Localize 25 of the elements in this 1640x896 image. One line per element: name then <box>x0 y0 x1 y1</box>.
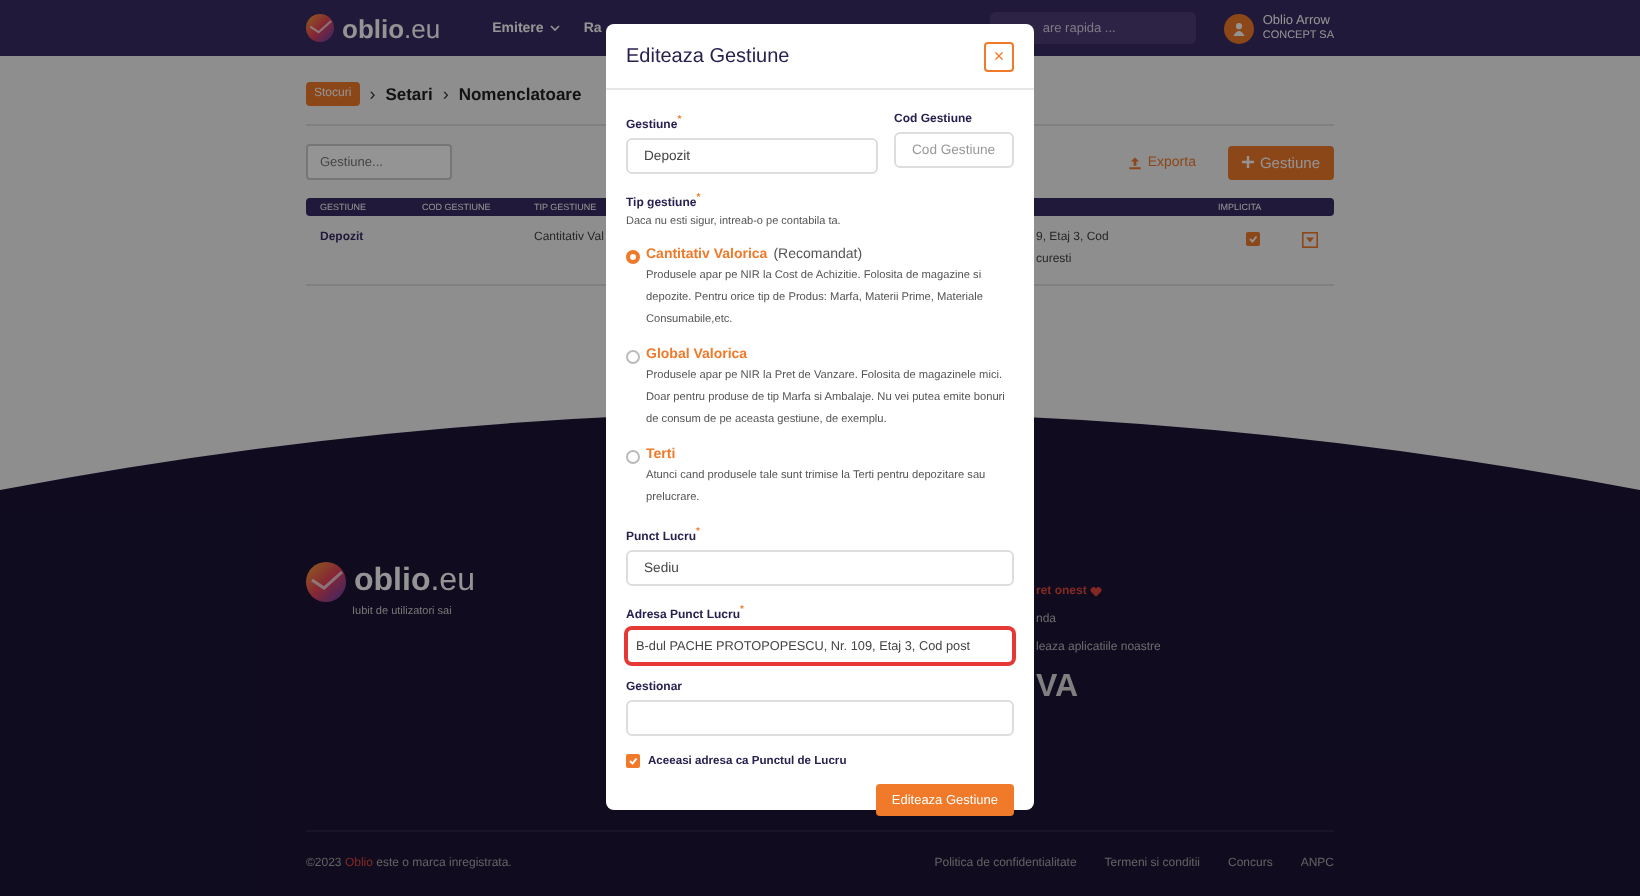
caret-icon <box>549 24 560 32</box>
breadcrumb-item: Setari <box>385 84 433 104</box>
check-icon <box>628 756 638 766</box>
upload-icon <box>1127 155 1142 169</box>
logo-icon <box>306 14 334 42</box>
radio-button[interactable] <box>626 350 640 364</box>
breadcrumb-separator: › <box>442 84 449 104</box>
partner-logo: VA <box>1036 670 1081 706</box>
logo-icon <box>306 562 346 602</box>
check-icon <box>1247 234 1257 244</box>
breadcrumb-item: Nomenclatoare <box>458 84 582 104</box>
footer-logo-text: oblio.eu <box>354 564 475 600</box>
modal-title: Editeaza Gestiune <box>626 45 790 67</box>
checkbox[interactable] <box>626 754 640 768</box>
close-button[interactable]: × <box>984 41 1014 71</box>
radio-button[interactable] <box>626 450 640 464</box>
breadcrumb-separator: › <box>369 84 376 104</box>
checkbox[interactable] <box>1245 232 1259 246</box>
dropdown-icon[interactable] <box>1302 232 1318 248</box>
plus-icon <box>1241 156 1254 168</box>
input-field[interactable] <box>626 700 1014 736</box>
avatar-icon <box>1224 13 1255 43</box>
logo-text: oblio.eu <box>342 13 441 43</box>
heart-icon <box>1090 586 1103 598</box>
radio-button[interactable] <box>626 250 640 264</box>
